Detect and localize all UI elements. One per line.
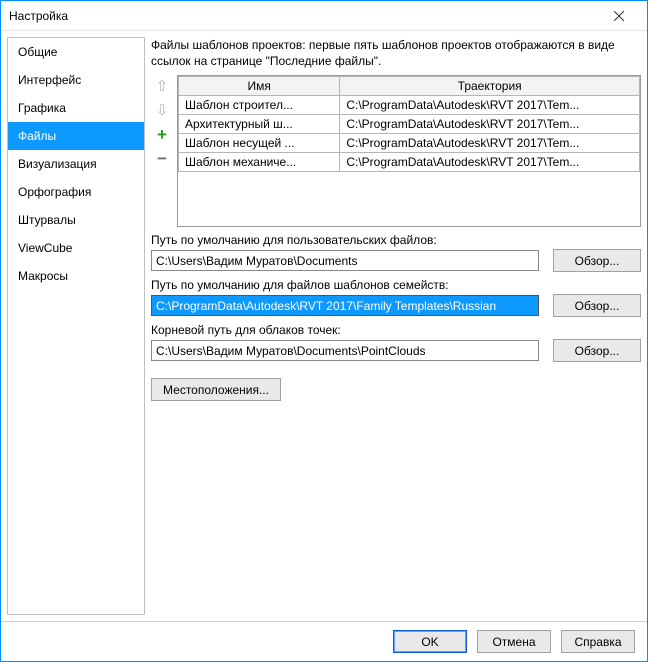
sidebar-item-label: Штурвалы bbox=[18, 213, 76, 227]
plus-icon: + bbox=[157, 126, 167, 143]
close-icon bbox=[614, 11, 624, 21]
add-template-button[interactable]: + bbox=[151, 123, 173, 145]
family-templates-browse-button[interactable]: Обзор... bbox=[553, 294, 641, 317]
cell-name: Шаблон несущей ... bbox=[179, 134, 340, 153]
table-header-row: Имя Траектория bbox=[179, 77, 640, 96]
reorder-toolbar: ⇧ ⇩ + − bbox=[151, 75, 173, 227]
sidebar-item-visualization[interactable]: Визуализация bbox=[8, 150, 144, 178]
move-down-button[interactable]: ⇩ bbox=[151, 99, 173, 121]
user-files-label: Путь по умолчанию для пользовательских ф… bbox=[151, 233, 641, 247]
window-title: Настройка bbox=[9, 9, 68, 23]
minus-icon: − bbox=[157, 150, 167, 167]
ok-button[interactable]: OK bbox=[393, 630, 467, 653]
user-files-browse-button[interactable]: Обзор... bbox=[553, 249, 641, 272]
arrow-down-icon: ⇩ bbox=[156, 103, 169, 118]
titlebar: Настройка bbox=[1, 1, 647, 31]
point-clouds-path-group: Корневой путь для облаков точек: Обзор..… bbox=[151, 323, 641, 362]
col-header-name[interactable]: Имя bbox=[179, 77, 340, 96]
sidebar: Общие Интерфейс Графика Файлы Визуализац… bbox=[7, 37, 145, 615]
cell-path: C:\ProgramData\Autodesk\RVT 2017\Tem... bbox=[340, 153, 640, 172]
sidebar-item-label: ViewCube bbox=[18, 241, 72, 255]
remove-template-button[interactable]: − bbox=[151, 147, 173, 169]
sidebar-item-spelling[interactable]: Орфография bbox=[8, 178, 144, 206]
sidebar-item-viewcube[interactable]: ViewCube bbox=[8, 234, 144, 262]
sidebar-item-macros[interactable]: Макросы bbox=[8, 262, 144, 290]
cell-name: Архитектурный ш... bbox=[179, 115, 340, 134]
locations-button[interactable]: Местоположения... bbox=[151, 378, 281, 401]
sidebar-item-label: Интерфейс bbox=[18, 73, 81, 87]
family-templates-label: Путь по умолчанию для файлов шаблонов се… bbox=[151, 278, 641, 292]
sidebar-item-interface[interactable]: Интерфейс bbox=[8, 66, 144, 94]
col-header-path[interactable]: Траектория bbox=[340, 77, 640, 96]
close-button[interactable] bbox=[599, 2, 639, 30]
user-files-path-group: Путь по умолчанию для пользовательских ф… bbox=[151, 233, 641, 272]
sidebar-item-label: Файлы bbox=[18, 129, 56, 143]
table-row[interactable]: Шаблон несущей ... C:\ProgramData\Autode… bbox=[179, 134, 640, 153]
table-row[interactable]: Шаблон механиче... C:\ProgramData\Autode… bbox=[179, 153, 640, 172]
sidebar-item-steering[interactable]: Штурвалы bbox=[8, 206, 144, 234]
table-row[interactable]: Архитектурный ш... C:\ProgramData\Autode… bbox=[179, 115, 640, 134]
point-clouds-label: Корневой путь для облаков точек: bbox=[151, 323, 641, 337]
sidebar-item-graphics[interactable]: Графика bbox=[8, 94, 144, 122]
cell-name: Шаблон строител... bbox=[179, 96, 340, 115]
family-templates-input[interactable] bbox=[151, 295, 539, 316]
cancel-button[interactable]: Отмена bbox=[477, 630, 551, 653]
table-row[interactable]: Шаблон строител... C:\ProgramData\Autode… bbox=[179, 96, 640, 115]
family-templates-path-group: Путь по умолчанию для файлов шаблонов се… bbox=[151, 278, 641, 317]
cell-path: C:\ProgramData\Autodesk\RVT 2017\Tem... bbox=[340, 96, 640, 115]
templates-area: ⇧ ⇩ + − Имя Траектория Шабло bbox=[151, 75, 641, 227]
sidebar-item-label: Графика bbox=[18, 101, 66, 115]
sidebar-item-label: Общие bbox=[18, 45, 57, 59]
cell-name: Шаблон механиче... bbox=[179, 153, 340, 172]
help-button[interactable]: Справка bbox=[561, 630, 635, 653]
sidebar-item-label: Визуализация bbox=[18, 157, 97, 171]
sidebar-item-label: Макросы bbox=[18, 269, 68, 283]
cell-path: C:\ProgramData\Autodesk\RVT 2017\Tem... bbox=[340, 134, 640, 153]
user-files-input[interactable] bbox=[151, 250, 539, 271]
point-clouds-input[interactable] bbox=[151, 340, 539, 361]
templates-description: Файлы шаблонов проектов: первые пять шаб… bbox=[151, 37, 641, 69]
templates-table[interactable]: Имя Траектория Шаблон строител... C:\Pro… bbox=[177, 75, 641, 227]
sidebar-item-general[interactable]: Общие bbox=[8, 38, 144, 66]
sidebar-item-label: Орфография bbox=[18, 185, 91, 199]
sidebar-item-files[interactable]: Файлы bbox=[8, 122, 144, 150]
arrow-up-icon: ⇧ bbox=[156, 79, 169, 94]
footer: OK Отмена Справка bbox=[1, 621, 647, 661]
cell-path: C:\ProgramData\Autodesk\RVT 2017\Tem... bbox=[340, 115, 640, 134]
point-clouds-browse-button[interactable]: Обзор... bbox=[553, 339, 641, 362]
content-pane: Файлы шаблонов проектов: первые пять шаб… bbox=[151, 37, 641, 615]
move-up-button[interactable]: ⇧ bbox=[151, 75, 173, 97]
